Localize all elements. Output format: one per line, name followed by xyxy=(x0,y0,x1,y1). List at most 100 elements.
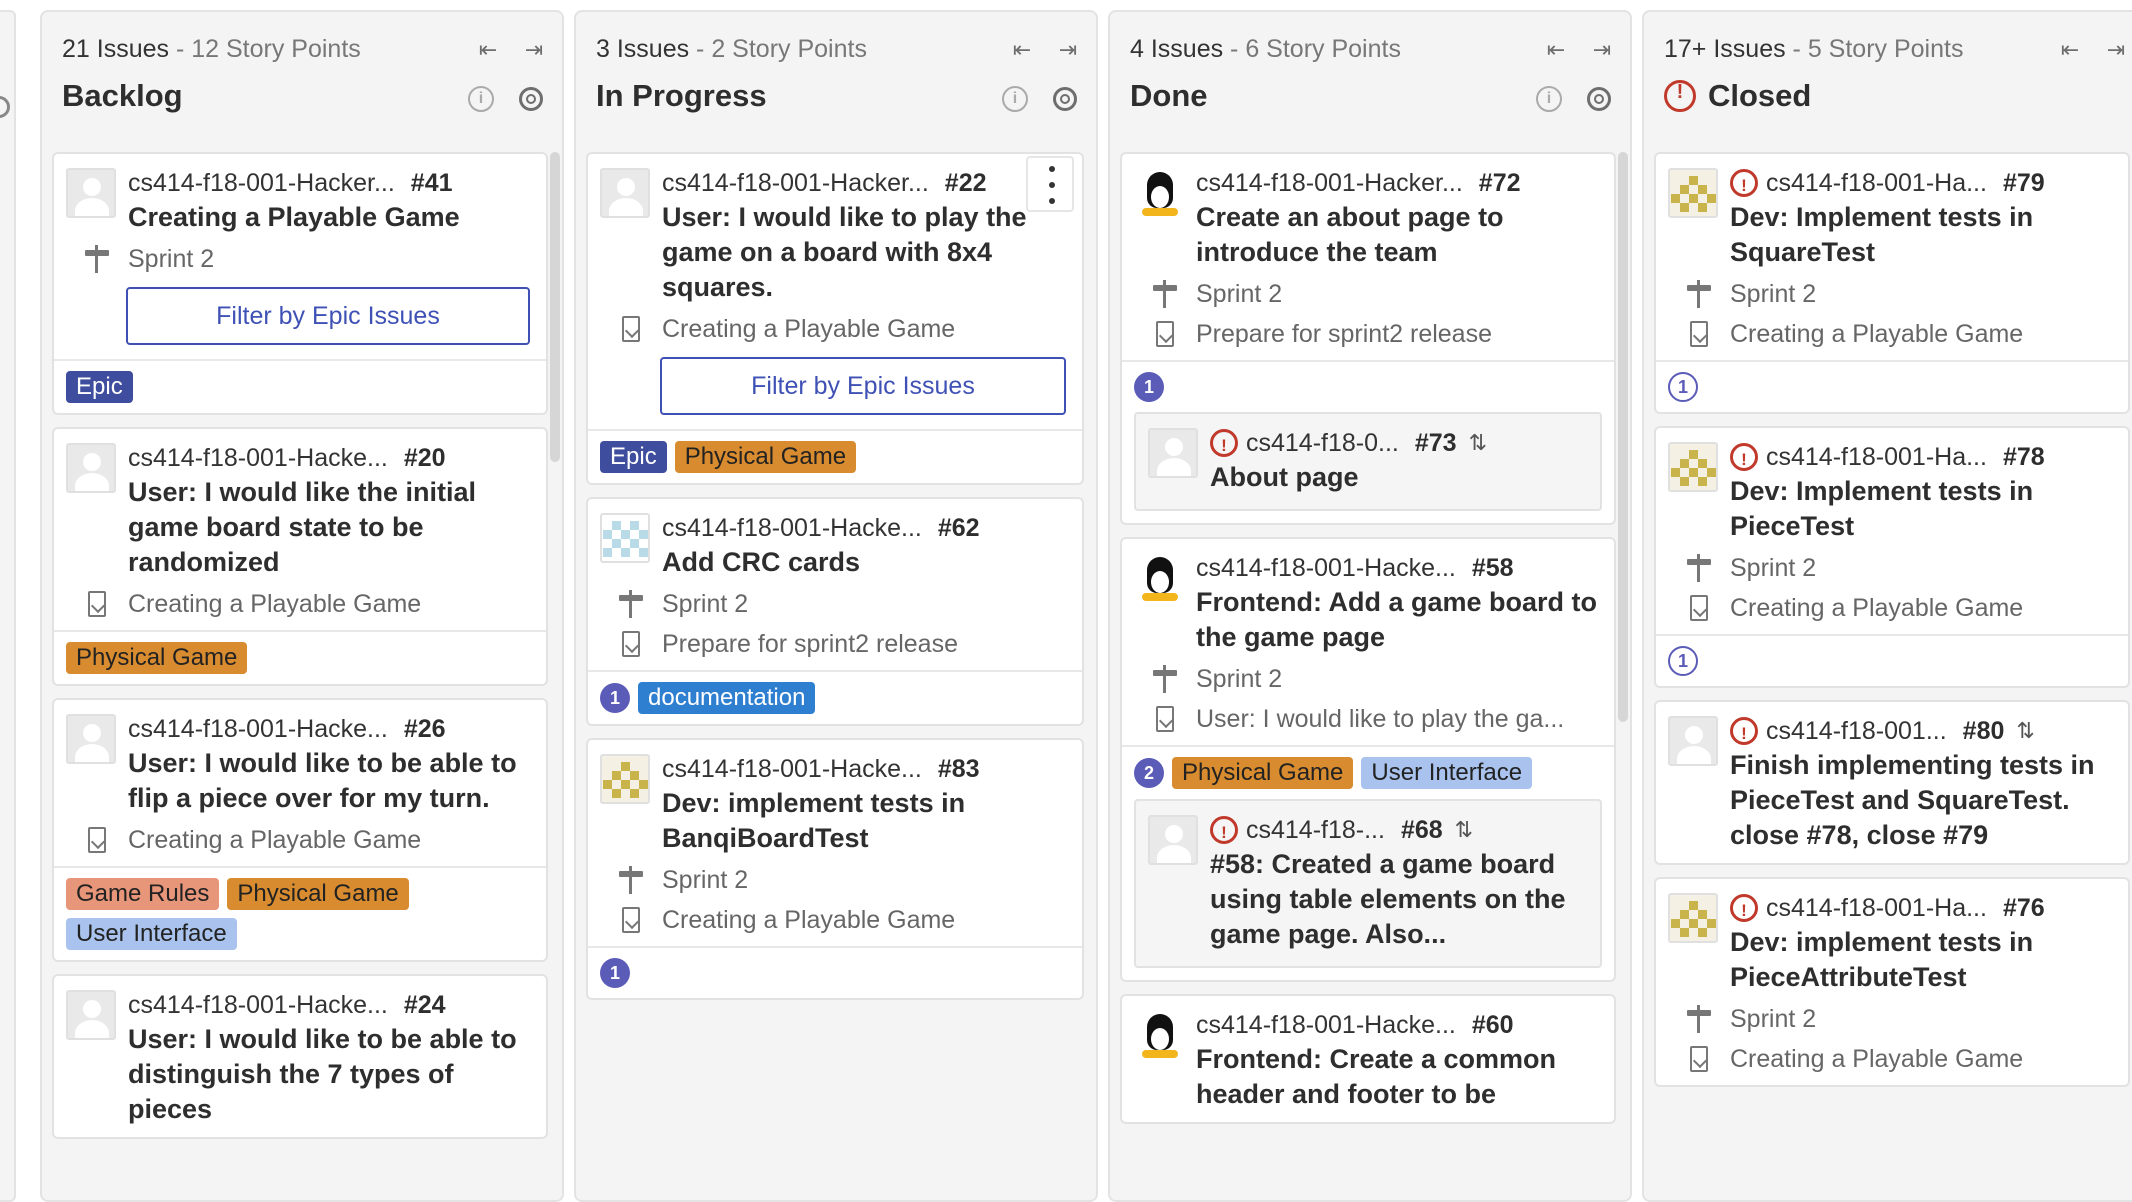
avatar[interactable] xyxy=(600,168,650,218)
avatar[interactable] xyxy=(1668,442,1718,492)
issue-card[interactable]: cs414-f18-001-Hacke... #58 Frontend: Add … xyxy=(1120,537,1616,982)
merge-request-title[interactable]: About page xyxy=(1210,460,1588,495)
label-documentation[interactable]: documentation xyxy=(638,682,816,714)
epic-text[interactable]: Prepare for sprint2 release xyxy=(662,628,958,660)
avatar[interactable] xyxy=(1148,815,1198,865)
avatar[interactable] xyxy=(600,754,650,804)
issue-card[interactable]: cs414-f18-001-Hacke... #20 User: I would … xyxy=(52,427,548,686)
issue-number[interactable]: #60 xyxy=(1472,1010,1514,1040)
label-game-rules[interactable]: Game Rules xyxy=(66,878,220,910)
more-options-icon[interactable] xyxy=(1026,156,1074,212)
avatar[interactable] xyxy=(600,513,650,563)
label-epic[interactable]: Epic xyxy=(600,441,667,473)
issue-title[interactable]: Create an about page to introduce the te… xyxy=(1196,200,1600,270)
issue-title[interactable]: Dev: implement tests in PieceAttributeTe… xyxy=(1730,925,2114,995)
issue-card[interactable]: cs414-f18-001-Hacker... #22 User: I would… xyxy=(586,152,1084,485)
collapse-left-icon[interactable]: ⇤ xyxy=(2058,38,2082,62)
collapse-left-icon[interactable]: ⇤ xyxy=(1544,38,1568,62)
epic-text[interactable]: Creating a Playable Game xyxy=(1730,1043,2023,1075)
avatar[interactable] xyxy=(66,168,116,218)
linked-merge-request[interactable]: cs414-f18-... #68 ⇅ #58: Created a game bo… xyxy=(1134,799,1602,968)
epic-text[interactable]: Creating a Playable Game xyxy=(662,904,955,936)
project-name[interactable]: cs414-f18-001-Hacker... xyxy=(662,168,929,198)
issue-title[interactable]: User: I would like to play the game on a… xyxy=(662,200,1068,305)
issue-number[interactable]: #58 xyxy=(1472,553,1514,583)
filter-by-epic-button[interactable]: Filter by Epic Issues xyxy=(660,357,1066,415)
avatar[interactable] xyxy=(66,714,116,764)
issue-card[interactable]: cs414-f18-001-Hacker... #72 Create an abo… xyxy=(1120,152,1616,525)
milestone-text[interactable]: Sprint 2 xyxy=(1730,278,1816,310)
epic-text[interactable]: Creating a Playable Game xyxy=(662,313,955,345)
issue-number[interactable]: #20 xyxy=(404,443,446,473)
avatar[interactable] xyxy=(1134,1010,1184,1060)
issue-title[interactable]: Add CRC cards xyxy=(662,545,1068,580)
avatar[interactable] xyxy=(66,443,116,493)
label-physical-game[interactable]: Physical Game xyxy=(66,642,248,674)
issue-number[interactable]: #73 xyxy=(1415,428,1457,458)
issue-title[interactable]: Dev: Implement tests in SquareTest xyxy=(1730,200,2114,270)
avatar[interactable] xyxy=(66,990,116,1040)
avatar[interactable] xyxy=(1134,553,1184,603)
issue-card[interactable]: cs414-f18-001-Hacke... #60 Frontend: Crea… xyxy=(1120,994,1616,1124)
issue-title[interactable]: User: I would like to be able to flip a … xyxy=(128,746,532,816)
project-name[interactable]: cs414-f18-001-Hacke... xyxy=(128,714,388,744)
info-icon[interactable]: i xyxy=(1536,86,1562,112)
avatar[interactable] xyxy=(1148,428,1198,478)
gear-icon[interactable] xyxy=(1050,84,1080,114)
linked-merge-request[interactable]: cs414-f18-0... #73 ⇅ About page xyxy=(1134,412,1602,511)
issue-number[interactable]: #62 xyxy=(938,513,980,543)
collapse-column-icon[interactable]: ⇥ xyxy=(1056,38,1080,62)
epic-text[interactable]: Creating a Playable Game xyxy=(1730,318,2023,350)
issue-number[interactable]: #83 xyxy=(938,754,980,784)
issue-title[interactable]: Dev: implement tests in BanqiBoardTest xyxy=(662,786,1068,856)
avatar[interactable] xyxy=(1668,716,1718,766)
project-name[interactable]: cs414-f18-001-Hacke... xyxy=(128,990,388,1020)
project-name[interactable]: cs414-f18-001-Hacker... xyxy=(128,168,395,198)
project-name[interactable]: cs414-f18-001-Hacke... xyxy=(662,754,922,784)
issue-title[interactable]: Frontend: Create a common header and foo… xyxy=(1196,1042,1600,1112)
issue-title[interactable]: User: I would like the initial game boar… xyxy=(128,475,532,580)
project-name[interactable]: cs414-f18-0... xyxy=(1246,428,1399,458)
epic-text[interactable]: Creating a Playable Game xyxy=(1730,592,2023,624)
milestone-text[interactable]: Sprint 2 xyxy=(128,243,214,275)
gear-icon[interactable] xyxy=(516,84,546,114)
issue-card[interactable]: cs414-f18-001-Ha... #79 Dev: Implement te… xyxy=(1654,152,2130,414)
issue-card[interactable]: cs414-f18-001-Hacke... #26 User: I would … xyxy=(52,698,548,962)
milestone-text[interactable]: Sprint 2 xyxy=(1196,663,1282,695)
epic-text[interactable]: Prepare for sprint2 release xyxy=(1196,318,1492,350)
collapse-column-icon[interactable]: ⇥ xyxy=(2104,38,2128,62)
project-name[interactable]: cs414-f18-... xyxy=(1246,815,1385,845)
project-name[interactable]: cs414-f18-001-Hacker... xyxy=(1196,168,1463,198)
avatar[interactable] xyxy=(1134,168,1184,218)
avatar[interactable] xyxy=(1668,893,1718,943)
collapse-column-icon[interactable]: ⇥ xyxy=(1590,38,1614,62)
label-physical-game[interactable]: Physical Game xyxy=(227,878,409,910)
label-epic[interactable]: Epic xyxy=(66,371,133,403)
filter-by-epic-button[interactable]: Filter by Epic Issues xyxy=(126,287,530,345)
issue-number[interactable]: #76 xyxy=(2003,893,2045,923)
issue-card[interactable]: cs414-f18-001-Hacke... #83 Dev: implement… xyxy=(586,738,1084,1000)
issue-title[interactable]: Finish implementing tests in PieceTest a… xyxy=(1730,748,2114,853)
info-icon[interactable]: i xyxy=(468,86,494,112)
issue-card[interactable]: cs414-f18-001-Hacker... #41 Creating a Pl… xyxy=(52,152,548,415)
issue-title[interactable]: User: I would like to be able to disting… xyxy=(128,1022,532,1127)
collapse-column-icon[interactable]: ⇥ xyxy=(522,38,546,62)
issue-number[interactable]: #41 xyxy=(411,168,453,198)
issue-card[interactable]: cs414-f18-001-Ha... #78 Dev: Implement te… xyxy=(1654,426,2130,688)
project-name[interactable]: cs414-f18-001-Hacke... xyxy=(1196,553,1456,583)
milestone-text[interactable]: Sprint 2 xyxy=(1730,552,1816,584)
label-user-interface[interactable]: User Interface xyxy=(1361,757,1533,789)
label-physical-game[interactable]: Physical Game xyxy=(1172,757,1354,789)
issue-card[interactable]: cs414-f18-001... #80 ⇅ Finish implementing… xyxy=(1654,700,2130,865)
issue-number[interactable]: #26 xyxy=(404,714,446,744)
issue-number[interactable]: #24 xyxy=(404,990,446,1020)
milestone-text[interactable]: Sprint 2 xyxy=(1730,1003,1816,1035)
project-name[interactable]: cs414-f18-001-Hacke... xyxy=(1196,1010,1456,1040)
gear-icon[interactable] xyxy=(0,96,10,118)
label-user-interface[interactable]: User Interface xyxy=(66,918,237,950)
project-name[interactable]: cs414-f18-001-Ha... xyxy=(1766,442,1987,472)
gear-icon[interactable] xyxy=(1584,84,1614,114)
issue-card[interactable]: cs414-f18-001-Ha... #76 Dev: implement te… xyxy=(1654,877,2130,1087)
issue-number[interactable]: #68 xyxy=(1401,815,1443,845)
issue-title[interactable]: Frontend: Add a game board to the game p… xyxy=(1196,585,1600,655)
